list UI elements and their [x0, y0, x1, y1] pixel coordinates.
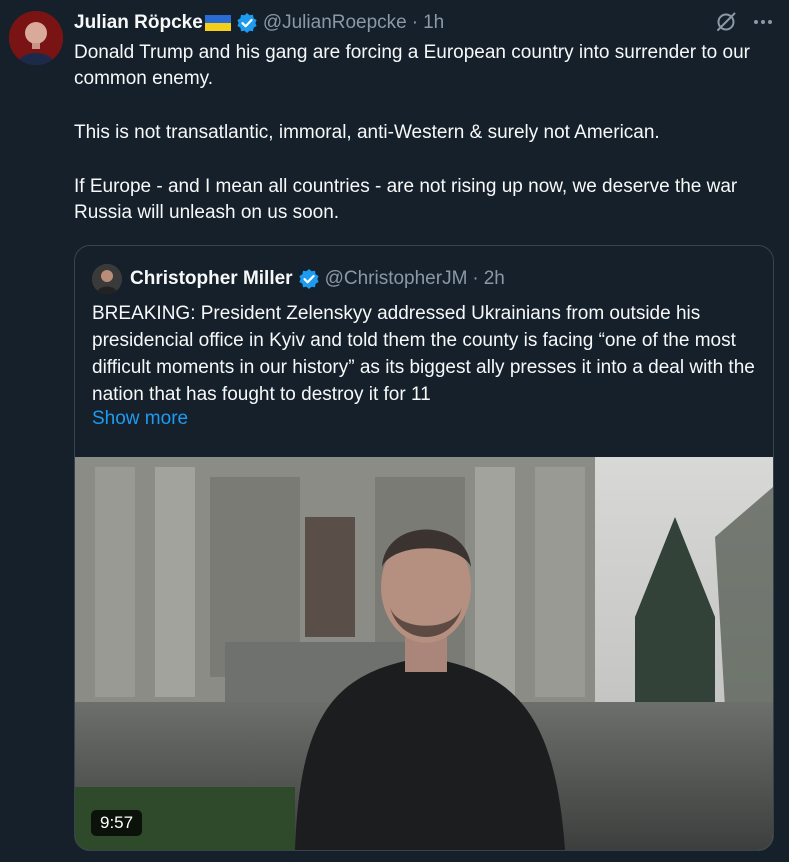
tweet: Julian Röpcke @JulianRoepcke · 1h Donald… — [0, 0, 789, 862]
quoted-tweet-time[interactable]: 2h — [484, 268, 505, 290]
tweet-paragraph: Donald Trump and his gang are forcing a … — [74, 42, 750, 89]
video-duration: 9:57 — [91, 810, 143, 836]
separator-dot: · — [472, 268, 479, 289]
ukraine-flag-icon — [204, 15, 231, 31]
verified-badge-icon — [236, 12, 258, 34]
grok-icon[interactable] — [715, 11, 737, 33]
tweet-paragraph: If Europe - and I mean all countries - a… — [74, 176, 738, 223]
author-handle[interactable]: @JulianRoepcke — [263, 12, 407, 34]
author-avatar[interactable] — [9, 11, 63, 65]
show-more-link[interactable]: Show more — [92, 408, 188, 430]
video-player[interactable]: 9:57 — [75, 457, 773, 850]
separator-dot: · — [411, 12, 419, 33]
quoted-author-handle[interactable]: @ChristopherJM — [325, 268, 468, 290]
tweet-text: Donald Trump and his gang are forcing a … — [74, 40, 779, 254]
tweet-paragraph: This is not transatlantic, immoral, anti… — [74, 122, 660, 143]
quoted-author-avatar[interactable] — [92, 264, 122, 294]
video-thumbnail — [75, 457, 773, 850]
quoted-tweet-header: Christopher Miller @ChristopherJM · 2h — [92, 264, 505, 294]
quoted-tweet[interactable]: Christopher Miller @ChristopherJM · 2h B… — [74, 245, 774, 851]
quoted-author-name[interactable]: Christopher Miller — [130, 268, 293, 290]
quoted-tweet-text: BREAKING: President Zelenskyy addressed … — [92, 303, 755, 405]
tweet-actions — [715, 10, 775, 34]
tweet-header: Julian Röpcke @JulianRoepcke · 1h — [74, 10, 444, 36]
verified-badge-icon — [298, 268, 320, 290]
author-name[interactable]: Julian Röpcke — [74, 12, 203, 34]
more-options-icon[interactable] — [751, 10, 775, 34]
tweet-time[interactable]: 1h — [423, 12, 444, 34]
